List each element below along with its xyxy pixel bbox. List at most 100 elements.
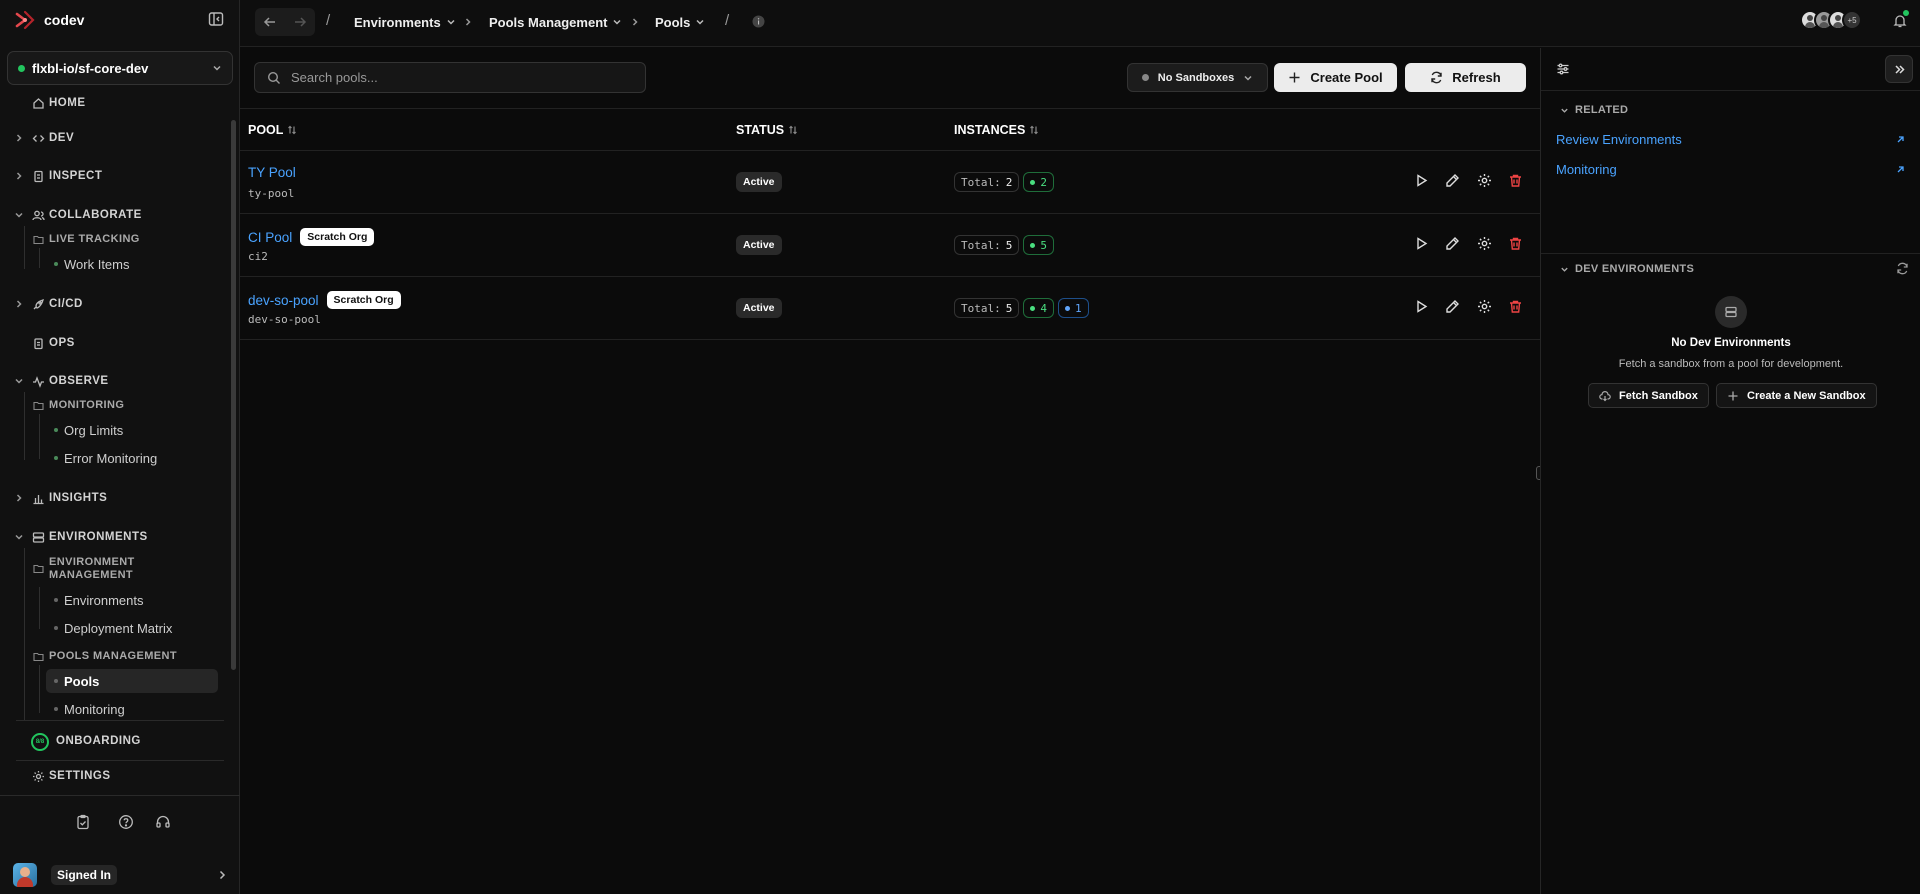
back-arrow-icon[interactable]	[263, 15, 277, 29]
panel-collapse-button[interactable]	[1885, 55, 1913, 83]
users-icon	[32, 209, 45, 222]
play-icon[interactable]	[1414, 173, 1429, 188]
nav-home-label: HOME	[49, 97, 86, 109]
refresh-button[interactable]: Refresh	[1405, 63, 1526, 92]
edit-icon[interactable]	[1445, 173, 1460, 188]
in-use-count: 1	[1075, 301, 1082, 315]
clipboard-check-icon[interactable]	[75, 814, 91, 830]
breadcrumb-environments[interactable]: Environments	[354, 13, 456, 31]
nav-ops[interactable]: OPS	[0, 333, 230, 353]
play-icon[interactable]	[1414, 236, 1429, 251]
nav-env-environments[interactable]: Environments	[46, 588, 218, 612]
create-sandbox-button[interactable]: Create a New Sandbox	[1716, 383, 1877, 408]
pool-id: ci2	[248, 250, 268, 263]
nav-pools[interactable]: Pools	[46, 669, 218, 693]
nav-inspect-label: INSPECT	[49, 170, 103, 182]
pool-type-tag: Scratch Org	[300, 228, 375, 246]
gear-icon[interactable]	[1477, 236, 1492, 251]
nav-pools-monitoring[interactable]: Monitoring	[46, 697, 218, 721]
column-header-status[interactable]: STATUS	[736, 123, 798, 137]
nav-settings-label: SETTINGS	[49, 770, 111, 782]
sidebar-scrollbar[interactable]	[231, 120, 236, 670]
nav-observe[interactable]: OBSERVE	[0, 371, 230, 391]
nav-work-items[interactable]: Work Items	[46, 252, 218, 276]
related-section-header[interactable]: RELATED	[1560, 103, 1628, 117]
pool-name-link[interactable]: dev-so-pool	[248, 293, 319, 308]
search-icon	[267, 71, 281, 85]
gear-icon[interactable]	[1477, 173, 1492, 188]
forward-arrow-icon[interactable]	[293, 15, 307, 29]
nav-environments[interactable]: ENVIRONMENTS	[0, 527, 230, 547]
search-input[interactable]	[291, 70, 621, 85]
related-link-label[interactable]: Review Environments	[1556, 132, 1682, 147]
tree-line	[39, 414, 40, 459]
info-icon[interactable]	[752, 15, 765, 28]
chevron-right-icon	[216, 869, 228, 881]
collaborator-avatars[interactable]: +5	[1800, 10, 1862, 32]
search-box[interactable]	[254, 62, 646, 93]
nav-live-tracking[interactable]: LIVE TRACKING	[0, 231, 230, 247]
nav-deployment-matrix[interactable]: Deployment Matrix	[46, 616, 218, 640]
user-menu[interactable]: Signed In	[13, 862, 228, 888]
chevron-down-icon	[1560, 265, 1569, 274]
pool-name-link[interactable]: TY Pool	[248, 165, 296, 180]
nav-org-limits[interactable]: Org Limits	[46, 418, 218, 442]
org-selector[interactable]: flxbl-io/sf-core-dev	[7, 51, 233, 85]
inspect-icon	[32, 170, 45, 183]
trash-icon[interactable]	[1508, 299, 1523, 314]
chevron-down-icon	[14, 532, 24, 542]
nav-collaborate[interactable]: COLLABORATE	[0, 205, 230, 225]
sandbox-filter-select[interactable]: No Sandboxes	[1127, 63, 1268, 92]
trash-icon[interactable]	[1508, 173, 1523, 188]
trash-icon[interactable]	[1508, 236, 1523, 251]
nav-environment-management[interactable]: ENVIRONMENT MANAGEMENT	[0, 555, 230, 583]
empty-state-title: No Dev Environments	[1671, 337, 1791, 349]
instances-cell: Total: 5 5	[954, 235, 1054, 255]
column-header-instances[interactable]: INSTANCES	[954, 123, 1039, 137]
nav-cicd[interactable]: CI/CD	[0, 294, 230, 314]
nav-onboarding[interactable]: ONBOARDING	[0, 731, 230, 751]
related-link-label[interactable]: Monitoring	[1556, 162, 1617, 177]
breadcrumb-pools[interactable]: Pools	[655, 13, 705, 31]
edit-icon[interactable]	[1445, 236, 1460, 251]
more-collaborators-badge: +5	[1842, 10, 1862, 30]
available-count: 5	[1040, 238, 1047, 252]
nav-monitoring-group[interactable]: MONITORING	[0, 397, 230, 413]
top-bar: / Environments Pools Management Pools / …	[240, 0, 1920, 47]
play-icon[interactable]	[1414, 299, 1429, 314]
dev-environments-section-header[interactable]: DEV ENVIRONMENTS	[1560, 262, 1694, 276]
brand[interactable]: codev	[14, 8, 84, 32]
status-badge: Active	[736, 235, 782, 255]
help-icon[interactable]	[118, 814, 134, 830]
nav-insights[interactable]: INSIGHTS	[0, 488, 230, 508]
sliders-icon[interactable]	[1556, 62, 1570, 76]
column-header-pool[interactable]: POOL	[248, 123, 297, 137]
pool-name-cell: CI Pool Scratch Org	[248, 228, 375, 246]
nav-pools-label: Pools	[64, 673, 100, 689]
nav-pools-management[interactable]: POOLS MANAGEMENT	[0, 648, 230, 664]
nav-error-monitoring[interactable]: Error Monitoring	[46, 446, 218, 470]
gear-icon[interactable]	[1477, 299, 1492, 314]
pool-name-link[interactable]: CI Pool	[248, 230, 292, 245]
headset-icon[interactable]	[155, 814, 171, 830]
nav-dev[interactable]: DEV	[0, 128, 230, 148]
related-link-review-environments[interactable]: Review Environments	[1556, 130, 1906, 148]
breadcrumb-pools-management[interactable]: Pools Management	[489, 13, 622, 31]
edit-icon[interactable]	[1445, 299, 1460, 314]
nav-pools-monitoring-label: Monitoring	[64, 701, 125, 717]
nav-home[interactable]: HOME	[0, 93, 230, 113]
folder-icon	[33, 563, 44, 574]
fetch-sandbox-button[interactable]: Fetch Sandbox	[1588, 383, 1709, 408]
create-pool-button[interactable]: Create Pool	[1274, 63, 1397, 92]
related-link-monitoring[interactable]: Monitoring	[1556, 160, 1906, 178]
sidebar-toggle-icon[interactable]	[207, 10, 225, 28]
refresh-icon[interactable]	[1896, 262, 1909, 275]
panel-divider	[1541, 253, 1920, 254]
instances-cell: Total: 5 4 1	[954, 298, 1089, 318]
chevron-down-icon	[695, 17, 705, 27]
panel-divider	[1541, 90, 1920, 91]
nav-settings[interactable]: SETTINGS	[0, 766, 230, 786]
nav-inspect[interactable]: INSPECT	[0, 166, 230, 186]
total-label: Total:	[961, 175, 1001, 189]
sidebar-divider	[16, 720, 224, 721]
